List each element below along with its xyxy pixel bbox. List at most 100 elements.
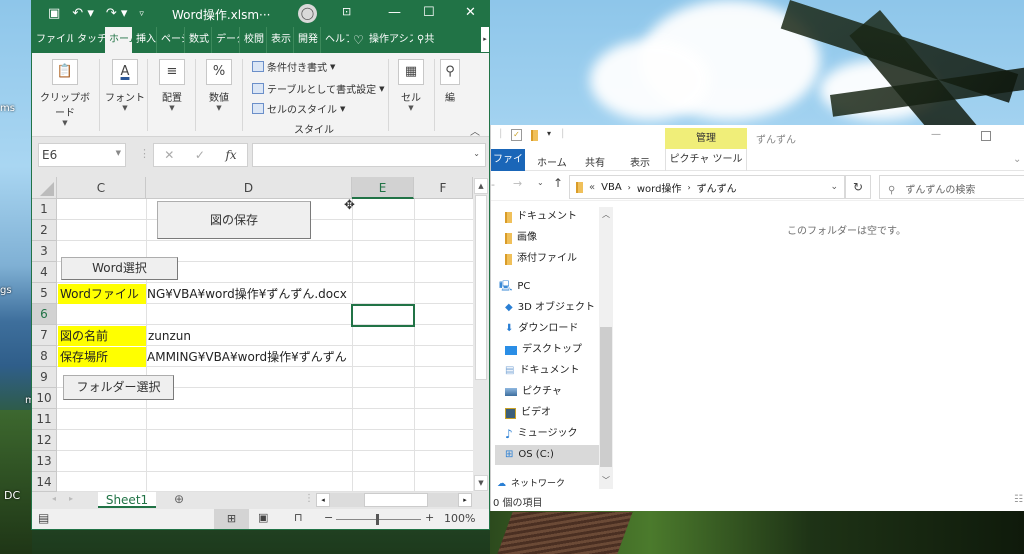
tab-home[interactable]: ホーム xyxy=(537,154,567,169)
collapse-ribbon-button[interactable]: ︿ xyxy=(470,123,480,138)
tab-view[interactable]: 表示 xyxy=(267,27,294,53)
maximize-button[interactable]: ☐ xyxy=(423,5,435,20)
cancel-icon[interactable]: ✕ xyxy=(164,148,174,162)
tab-review[interactable]: 校閲 xyxy=(240,27,267,53)
back-button[interactable]: - xyxy=(491,178,495,191)
macro-record-icon[interactable]: ▤ xyxy=(38,511,49,525)
zoom-in-button[interactable]: + xyxy=(425,511,434,524)
tab-touch[interactable]: タッチ xyxy=(73,27,105,53)
scroll-up-button[interactable]: ︿ xyxy=(602,209,610,220)
horizontal-scrollbar[interactable]: ◂ ▸ xyxy=(316,493,472,507)
vertical-scrollbar[interactable]: ▲ ▼ xyxy=(473,177,489,492)
scroll-down-button[interactable]: ▼ xyxy=(474,475,488,491)
minimize-button[interactable]: — xyxy=(388,5,401,20)
format-as-table-button[interactable]: テーブルとして書式設定 ▼ xyxy=(252,81,385,96)
scrollbar-thumb[interactable] xyxy=(475,195,487,380)
column-header-e[interactable]: E xyxy=(352,177,414,199)
address-bar[interactable]: « VBA › word操作 › ずんずん ⌄ xyxy=(569,175,845,199)
customize-icon[interactable]: ▿ xyxy=(139,9,144,19)
scroll-right-button[interactable]: ▸ xyxy=(458,493,472,507)
cell-c5[interactable]: Wordファイル xyxy=(58,284,146,304)
enter-icon[interactable]: ✓ xyxy=(195,148,205,162)
share-button[interactable]: ⚲共 xyxy=(413,27,437,53)
refresh-button[interactable]: ↻ xyxy=(845,175,871,199)
nav-item-documents[interactable]: ▤ ドキュメント xyxy=(505,361,601,381)
breadcrumb-overflow[interactable]: « xyxy=(589,182,595,193)
recent-locations-button[interactable]: ⌄ xyxy=(537,178,544,187)
page-layout-view-button[interactable]: ▣ xyxy=(258,511,268,524)
row-header-13[interactable]: 13 xyxy=(32,451,57,472)
selected-cell-e6[interactable] xyxy=(351,304,415,327)
breadcrumb-item[interactable]: ずんずん xyxy=(697,180,737,195)
tab-file[interactable]: ファイル xyxy=(32,27,73,53)
zoom-level[interactable]: 100% xyxy=(444,512,475,525)
nav-scrollbar[interactable]: ︿ ﹀ xyxy=(599,207,613,489)
cell-d5[interactable]: NG¥VBA¥word操作¥ずんずん.docx xyxy=(147,284,352,304)
cell-styles-button[interactable]: セルのスタイル ▼ xyxy=(252,101,345,116)
nav-item-3d-objects[interactable]: ◆ 3D オブジェクト xyxy=(505,298,601,318)
new-folder-icon[interactable] xyxy=(531,130,538,141)
select-word-button[interactable]: Word選択 xyxy=(61,257,178,280)
tab-data[interactable]: データ xyxy=(212,27,240,53)
up-button[interactable]: ↑ xyxy=(553,176,563,190)
row-header-1[interactable]: 1 xyxy=(32,199,57,220)
insert-function-icon[interactable]: fx xyxy=(225,148,236,162)
nav-item-videos[interactable]: ビデオ xyxy=(505,403,601,423)
worksheet-grid[interactable]: C D E F 1 2 3 4 5 6 7 8 9 10 11 12 13 14 Wordファイル NG¥… xyxy=(32,177,489,492)
chevron-right-icon[interactable]: › xyxy=(628,183,631,192)
breadcrumb-item[interactable]: word操作 xyxy=(637,180,682,195)
save-icon[interactable]: ▣ xyxy=(48,6,60,21)
name-box[interactable]: E6 ▼ xyxy=(38,143,126,167)
sheet-tab-sheet1[interactable]: Sheet1 xyxy=(98,492,156,508)
save-figure-button[interactable]: 図の保存 xyxy=(157,201,311,239)
nav-item-documents-quick[interactable]: ドキュメント xyxy=(505,207,601,227)
row-header-6[interactable]: 6 xyxy=(32,304,57,325)
zoom-slider[interactable] xyxy=(336,514,421,525)
nav-item-images[interactable]: 画像 xyxy=(505,228,601,248)
cell-d8[interactable]: AMMING¥VBA¥word操作¥ずんずん xyxy=(147,347,352,367)
alignment-group[interactable]: ≡ 配置 ▼ xyxy=(152,59,192,112)
zoom-out-button[interactable]: − xyxy=(324,511,333,524)
scroll-left-button[interactable]: ◂ xyxy=(316,493,330,507)
prev-sheet-button[interactable]: ◂ xyxy=(52,494,56,503)
nav-item-desktop[interactable]: デスクトップ xyxy=(505,340,601,360)
cell-c7[interactable]: 図の名前 xyxy=(58,326,146,346)
number-group[interactable]: % 数値 ▼ xyxy=(199,59,239,112)
tab-file[interactable]: ファイル xyxy=(491,149,525,171)
redo-icon[interactable]: ↷ ▾ xyxy=(106,6,128,21)
desktop-icon-label[interactable]: ms xyxy=(0,103,15,114)
nav-item-pictures[interactable]: ピクチャ xyxy=(505,382,601,402)
tab-help[interactable]: ヘルプ xyxy=(321,27,349,53)
tell-me-search[interactable]: 操作アシスト xyxy=(365,27,413,53)
column-header-d[interactable]: D xyxy=(146,177,352,199)
row-header-7[interactable]: 7 xyxy=(32,325,57,346)
nav-item-downloads[interactable]: ⬇ ダウンロード xyxy=(505,319,601,339)
next-sheet-button[interactable]: ▸ xyxy=(69,494,73,503)
row-header-12[interactable]: 12 xyxy=(32,430,57,451)
tab-developer[interactable]: 開発 xyxy=(294,27,321,53)
row-header-5[interactable]: 5 xyxy=(32,283,57,304)
add-sheet-button[interactable]: ⊕ xyxy=(174,492,184,506)
row-header-10[interactable]: 10 xyxy=(32,388,57,409)
forward-button[interactable]: → xyxy=(513,177,522,190)
nav-item-attachments[interactable]: 添付ファイル xyxy=(505,249,601,269)
ribbon-display-options-button[interactable]: ⊡ xyxy=(342,5,351,18)
minimize-button[interactable]: — xyxy=(931,129,941,140)
scrollbar-thumb[interactable] xyxy=(600,327,612,467)
splitter-handle[interactable]: ⋮ xyxy=(139,147,150,160)
customize-quick-access-icon[interactable]: ▾ xyxy=(547,129,551,138)
expand-ribbon-icon[interactable]: ⌄ xyxy=(1013,154,1021,165)
row-header-3[interactable]: 3 xyxy=(32,241,57,262)
nav-item-os-c[interactable]: ⊞ OS (C:) xyxy=(495,445,599,465)
row-header-14[interactable]: 14 xyxy=(32,472,57,492)
chevron-right-icon[interactable]: › xyxy=(687,183,690,192)
horizontal-scrollbar-thumb[interactable] xyxy=(364,493,428,507)
nav-item-pc[interactable]: 🖳 PC xyxy=(499,277,595,297)
font-group[interactable]: A フォント ▼ xyxy=(105,59,145,112)
nav-item-music[interactable]: ♪ ミュージック xyxy=(505,424,601,444)
tab-share[interactable]: 共有 xyxy=(585,154,605,169)
editing-group[interactable]: ⚲ 編 xyxy=(438,59,462,104)
column-header-c[interactable]: C xyxy=(57,177,146,199)
tab-picture-tools[interactable]: ピクチャ ツール xyxy=(665,149,747,171)
search-input[interactable]: ⚲ ずんずんの検索 xyxy=(879,175,1024,199)
